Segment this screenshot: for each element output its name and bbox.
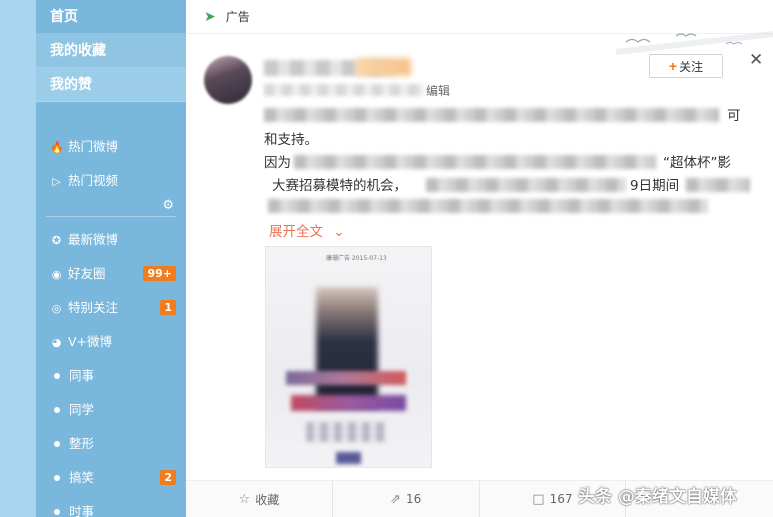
image-person-blurred: [316, 287, 378, 407]
left-edge-panel: [0, 0, 36, 517]
sidebar-item-label: 最新微博: [68, 232, 119, 247]
post-text-blurred: [426, 178, 626, 192]
dot-icon: [54, 475, 60, 481]
sidebar-item-favorites[interactable]: 我的收藏: [36, 34, 186, 68]
image-logo-blurred: [336, 452, 361, 464]
comment-icon: □: [532, 491, 545, 507]
sidebar-item-hot-video[interactable]: ▷ 热门视频: [36, 164, 186, 198]
plus-icon: +: [668, 58, 678, 74]
close-icon[interactable]: ✕: [749, 50, 763, 70]
post-text-line1-tail: 可: [727, 108, 741, 124]
sidebar-item-label: 热门视频: [68, 173, 119, 188]
image-text-blurred: [306, 422, 386, 442]
friends-icon: ◉: [51, 267, 62, 281]
post-text-blurred: [268, 199, 708, 213]
group-settings-row: ⚙: [36, 198, 186, 218]
image-text-blurred: [291, 395, 406, 411]
repost-button[interactable]: ⇗ 16: [333, 481, 480, 517]
post-text-line4-tail: 9日期间: [630, 178, 680, 194]
sidebar-item-label: 热门微博: [68, 139, 119, 154]
count-badge: 99+: [143, 266, 176, 281]
sidebar-item-likes[interactable]: 我的赞: [36, 68, 186, 102]
post-meta-blurred: [264, 84, 424, 96]
expand-label: 展开全文: [269, 224, 323, 240]
star-icon: ✪: [51, 233, 62, 247]
sidebar-item-hot-weibo[interactable]: 🔥 热门微博: [36, 130, 186, 164]
sidebar-item-label: 整形: [69, 436, 95, 451]
repost-icon: ⇗: [390, 491, 401, 507]
post-text-blurred: [294, 155, 656, 169]
feed-card: ➤ 广告 编辑 + 关注 ✕ 可 和支持。 因为 “超体杯”影 大赛招募模特的机…: [186, 0, 773, 517]
follow-label: 关注: [679, 59, 704, 74]
vplus-icon: ◕: [51, 335, 62, 349]
sidebar-item-colleagues[interactable]: 同事: [36, 359, 186, 393]
sidebar-item-friends[interactable]: ◉ 好友圈 99+: [36, 257, 186, 291]
sidebar-item-funny[interactable]: 搞笑 2: [36, 461, 186, 495]
post-text-blurred: [686, 178, 750, 192]
gear-icon[interactable]: ⚙: [162, 198, 174, 213]
image-text-blurred: [286, 371, 406, 385]
ad-header: ➤ 广告: [186, 0, 773, 34]
post-text-blurred: [264, 108, 719, 122]
post-text-line4-head: 大赛招募模特的机会，: [272, 178, 407, 194]
dot-icon: [54, 373, 60, 379]
sidebar-item-label: 同学: [69, 402, 95, 417]
post-text-line3-head: 因为: [264, 155, 291, 171]
watermark-text: 头条 @秦绪文自媒体: [578, 487, 737, 507]
sidebar-item-label: 搞笑: [69, 470, 95, 485]
sidebar-item-vplus[interactable]: ◕ V+微博: [36, 325, 186, 359]
star-outline-icon: ☆: [238, 491, 251, 507]
count-badge: 2: [160, 470, 176, 485]
count-badge: 1: [160, 300, 176, 315]
dot-icon: [54, 509, 60, 515]
sidebar-item-label: 同事: [69, 368, 95, 383]
follow-button[interactable]: + 关注: [649, 54, 723, 78]
avatar[interactable]: [204, 56, 252, 104]
dot-icon: [54, 407, 60, 413]
sidebar-item-classmates[interactable]: 同学: [36, 393, 186, 427]
video-icon: ▷: [52, 174, 61, 188]
favorite-label: 收藏: [255, 492, 280, 507]
sidebar-item-label: 时事: [69, 504, 95, 517]
sidebar-item-current-affairs[interactable]: 时事: [36, 495, 186, 517]
ad-label: 广告: [225, 10, 250, 24]
repost-count: 16: [405, 492, 422, 506]
post-meta-suffix: 编辑: [426, 84, 451, 98]
comment-count: 167: [549, 492, 573, 506]
sidebar-item-label: 好友圈: [68, 266, 106, 281]
sidebar-item-cosmetic[interactable]: 整形: [36, 427, 186, 461]
sidebar-item-special-follow[interactable]: ◎ 特别关注 1: [36, 291, 186, 325]
expand-full-text-link[interactable]: 展开全文 ⌄: [269, 220, 345, 240]
post-text-line3-tail: “超体杯”影: [663, 155, 731, 171]
chevron-down-icon: ⌄: [333, 224, 345, 240]
vip-badge-blurred: [356, 58, 411, 76]
sidebar-item-label: 特别关注: [68, 300, 119, 315]
post-image[interactable]: 康珊广告 2015-07-13: [265, 246, 432, 468]
post-text-line2: 和支持。: [264, 132, 318, 148]
flame-icon: 🔥: [50, 140, 64, 154]
target-icon: ◎: [51, 301, 62, 315]
favorite-button[interactable]: ☆ 收藏: [186, 481, 333, 517]
dot-icon: [54, 441, 60, 447]
sidebar: 首页 我的收藏 我的赞 🔥 热门微博 ▷ 热门视频 ⚙ ✪ 最新微博 ◉ 好友圈…: [36, 0, 186, 517]
image-caption: 康珊广告 2015-07-13: [326, 255, 387, 262]
ad-icon: ➤: [204, 8, 216, 25]
sidebar-item-latest[interactable]: ✪ 最新微博: [36, 223, 186, 257]
sidebar-item-label: V+微博: [68, 334, 113, 349]
sidebar-item-home[interactable]: 首页: [36, 0, 186, 34]
